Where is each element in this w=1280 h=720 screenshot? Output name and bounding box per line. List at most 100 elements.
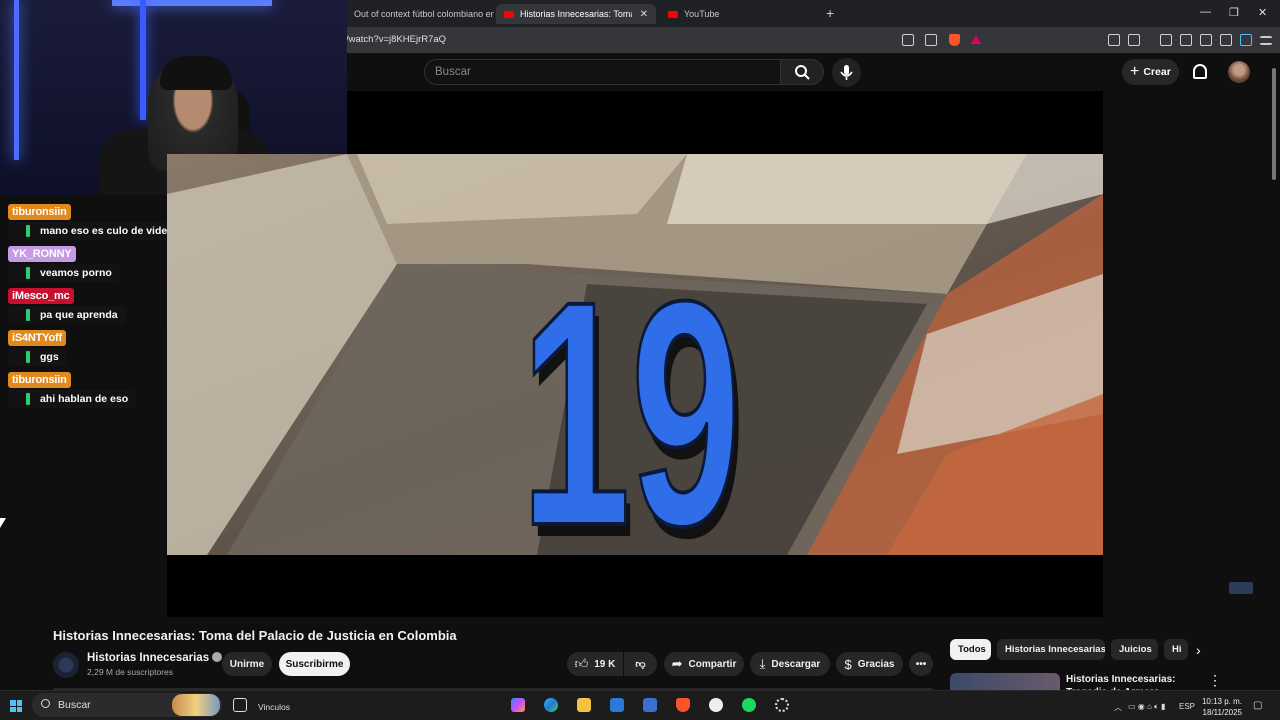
wallet-icon[interactable] [1200,34,1212,46]
file-explorer-icon[interactable] [577,698,591,712]
brave-rewards-icon[interactable] [971,35,981,44]
obs-icon[interactable] [709,698,723,712]
chat-text-box: mano eso es culo de video [8,222,182,240]
chat-text-box: ahi hablan de eso [8,390,137,408]
vpn-icon[interactable] [1220,34,1232,46]
thumbs-down-icon: 👎︎ [635,659,646,670]
sidebar-icon[interactable] [1180,34,1192,46]
channel-watermark[interactable] [1229,582,1253,594]
brave-browser-icon[interactable] [676,698,690,712]
thumbs-up-icon: 👍︎ [574,656,589,671]
video-letterbox-top [347,91,1103,154]
search-input[interactable]: Buscar [424,59,781,85]
tab-label: Out of context fútbol colombiano en [354,9,494,19]
plus-icon: + [1130,63,1140,80]
more-actions-button[interactable]: ••• [909,652,933,676]
settings-gear-icon[interactable] [775,698,789,712]
video-player[interactable]: 19 19 [167,154,1103,555]
youtube-icon [668,10,678,18]
edge-icon[interactable] [544,698,558,712]
close-window-button[interactable]: ✕ [1258,6,1267,19]
tab-historias-innecesarias[interactable]: Historias Innecesarias: Toma del ✕ [496,4,656,24]
right-panel [1103,91,1280,617]
create-button[interactable]: + Crear [1122,59,1179,85]
subscribe-button[interactable]: Suscribirme [279,652,350,676]
screenshot-icon[interactable] [1128,34,1140,46]
chip-juicios[interactable]: Juicios [1111,639,1158,660]
chip-todos[interactable]: Todos [950,639,991,660]
message-marker [26,267,30,279]
like-count: 19 K [594,658,616,670]
widgets-label[interactable]: Vinculos [258,702,290,712]
video-title: Historias Innecesarias: Toma del Palacio… [53,628,457,643]
notification-center-icon[interactable]: ▢ [1253,700,1262,711]
share-page-icon[interactable] [925,34,937,46]
store-icon[interactable] [610,698,624,712]
close-tab-icon[interactable]: ✕ [640,9,648,20]
chat-text-box: pa que aprenda [8,306,126,324]
account-avatar[interactable] [1228,61,1250,83]
channel-avatar[interactable] [53,652,79,678]
search-icon [41,699,50,708]
chat-username: YK_RONNY [8,246,76,262]
search-icon [795,65,810,80]
mail-icon[interactable] [643,698,657,712]
media-icon[interactable] [1160,34,1172,46]
chevron-right-icon[interactable]: › [1196,642,1201,658]
chat-message: iMesco_mc pa que aprenda [8,286,126,324]
share-button[interactable]: ➦ Compartir [664,652,744,676]
language-indicator[interactable]: ESP [1179,702,1195,711]
led-light [112,0,272,6]
chip-partial[interactable]: Hi [1164,639,1188,660]
taskbar-clock[interactable]: 10:13 p. m. 18/11/2025 [1200,696,1242,718]
chat-text: veamos porno [40,267,112,279]
taskbar-search[interactable]: Buscar [32,693,222,717]
search-button[interactable] [780,59,824,85]
led-light [140,0,146,120]
message-marker [26,393,30,405]
chat-text: pa que aprenda [40,309,118,321]
minimize-button[interactable]: — [1200,6,1211,18]
more-vertical-icon[interactable]: ⋮ [1208,672,1222,689]
new-tab-button[interactable]: + [826,5,834,21]
tab-out-of-context[interactable]: Out of context fútbol colombiano en [346,4,494,24]
create-label: Crear [1143,66,1171,78]
task-view-icon[interactable] [233,698,247,712]
cast-icon[interactable] [902,34,914,46]
chat-text: ggs [40,351,59,363]
brave-shield-icon[interactable] [949,34,960,46]
dislike-button[interactable]: 👎︎ [624,652,657,676]
channel-name-text: Historias Innecesarias [87,652,210,664]
search-highlight-image [172,694,220,716]
ai-icon[interactable] [1240,34,1252,46]
restore-button[interactable]: ❐ [1229,6,1239,19]
join-button[interactable]: Unirme [222,652,272,676]
chip-historias-innecesarias[interactable]: Historias Innecesarias [997,639,1105,660]
video-letterbox-bottom [167,555,1103,617]
numeral-19-graphic: 19 19 [519,234,746,555]
download-button[interactable]: ⤓ Descargar [750,652,830,676]
url-text[interactable]: /watch?v=j8KHEjrR7aQ [346,34,446,45]
streamer-hair [160,56,232,90]
tray-icons[interactable]: ▭ ◉ ⌂ 🔈︎ ▮ [1128,702,1165,712]
message-marker [26,225,30,237]
copilot-icon[interactable] [511,698,525,712]
thanks-button[interactable]: $ Gracias [836,652,903,676]
clock-time: 10:13 p. m. [1201,697,1242,706]
tab-youtube[interactable]: YouTube [660,4,780,24]
menu-icon[interactable] [1260,36,1272,45]
numeral-text: 19 [520,236,741,555]
extensions-icon[interactable] [1108,34,1120,46]
windows-start-icon[interactable] [10,700,22,712]
chevron-up-icon[interactable]: ︿ [1114,702,1122,713]
like-button[interactable]: 👍︎ 19 K [567,652,623,676]
mouse-cursor-icon [0,518,6,528]
chat-text: mano eso es culo de video [40,225,174,237]
chat-text-box: veamos porno [8,264,120,282]
channel-name[interactable]: Historias Innecesarias [87,652,223,664]
spotify-icon[interactable] [742,698,756,712]
page-scrollbar-thumb[interactable] [1272,68,1276,180]
verified-icon [212,652,223,662]
voice-search-button[interactable] [832,58,861,87]
notifications-bell-icon[interactable] [1193,64,1207,79]
